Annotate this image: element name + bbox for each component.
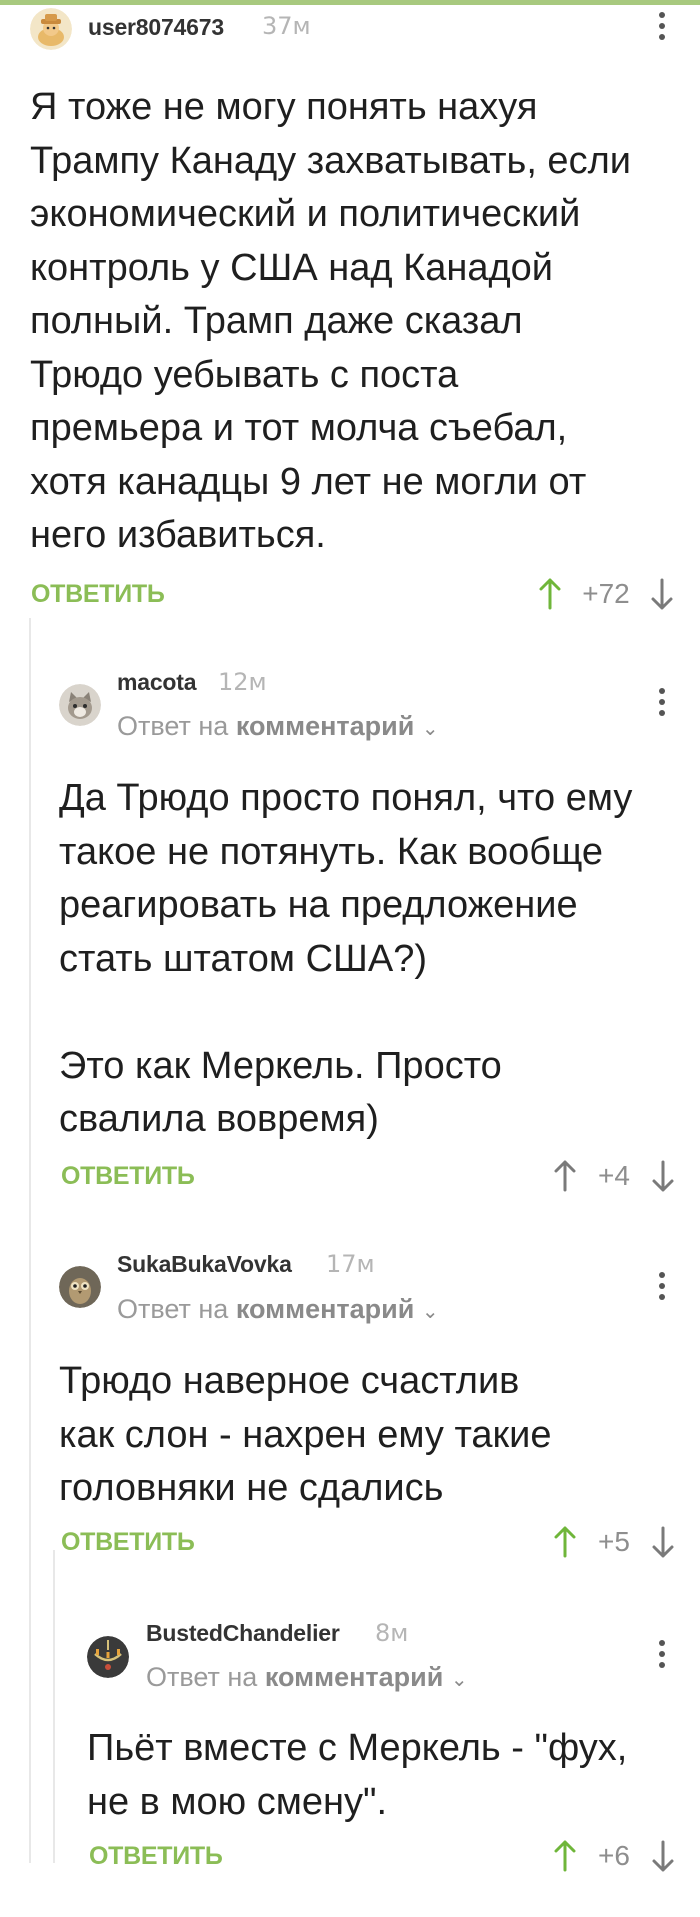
comment-body: Я тоже не могу понять нахуя Трампу Канад… [30, 86, 631, 556]
more-options-icon[interactable] [652, 1640, 672, 1676]
vote-widget: +6 [551, 1838, 686, 1878]
vote-score: +6 [598, 1840, 630, 1871]
reply-to-link[interactable]: комментарий [236, 711, 415, 741]
reply-button[interactable]: ОТВЕТИТЬ [31, 580, 165, 609]
downvote-arrow-icon[interactable] [650, 576, 674, 612]
upvote-arrow-icon[interactable] [553, 1838, 577, 1874]
upvote-arrow-icon[interactable] [538, 576, 562, 612]
person-hat-avatar-icon[interactable] [30, 8, 72, 50]
vote-widget: +5 [551, 1524, 686, 1564]
comment-body: Трюдо наверное счастлив как слон - нахре… [59, 1360, 552, 1509]
reply-to-prefix: Ответ на [117, 1294, 229, 1324]
reply-to-link[interactable]: комментарий [236, 1294, 415, 1324]
comment-username[interactable]: user8074673 [88, 14, 224, 41]
more-options-icon[interactable] [652, 12, 672, 48]
comment-time: 17м [326, 1250, 375, 1278]
downvote-arrow-icon[interactable] [651, 1524, 675, 1560]
comment-username[interactable]: BustedChandelier [146, 1620, 340, 1647]
chandelier-avatar-icon[interactable] [87, 1636, 129, 1678]
vote-score: +4 [598, 1160, 630, 1191]
chevron-down-icon[interactable]: ⌄ [451, 1669, 468, 1691]
comment-time: 8м [375, 1619, 409, 1647]
vote-widget: +72 [536, 576, 686, 616]
comment-time: 37м [262, 12, 311, 40]
cat-avatar-icon[interactable] [59, 684, 101, 726]
upvote-arrow-icon[interactable] [553, 1158, 577, 1194]
reply-to-prefix: Ответ на [117, 711, 229, 741]
chevron-down-icon[interactable]: ⌄ [422, 1301, 439, 1323]
reply-button[interactable]: ОТВЕТИТЬ [61, 1162, 195, 1191]
reply-button[interactable]: ОТВЕТИТЬ [61, 1528, 195, 1557]
vote-widget: +4 [551, 1158, 686, 1198]
more-options-icon[interactable] [652, 688, 672, 724]
reply-button[interactable]: ОТВЕТИТЬ [89, 1842, 223, 1871]
vote-score: +5 [598, 1526, 630, 1557]
downvote-arrow-icon[interactable] [651, 1158, 675, 1194]
owl-avatar-icon[interactable] [59, 1266, 101, 1308]
comment-body: Да Трюдо просто понял, что ему такое не … [59, 777, 633, 1140]
reply-to-line: Ответ на комментарий ⌄ [146, 1662, 468, 1693]
comment-body: Пьёт вместе с Меркель - "фух, не в мою с… [87, 1727, 628, 1823]
comment-username[interactable]: macota [117, 669, 197, 696]
upvote-arrow-icon[interactable] [553, 1524, 577, 1560]
thread-line-level-1[interactable] [29, 618, 31, 1863]
reply-to-line: Ответ на комментарий ⌄ [117, 711, 439, 742]
reply-to-prefix: Ответ на [146, 1662, 258, 1692]
downvote-arrow-icon[interactable] [651, 1838, 675, 1874]
vote-score: +72 [582, 578, 630, 609]
more-options-icon[interactable] [652, 1272, 672, 1308]
thread-line-level-2[interactable] [53, 1550, 55, 1863]
chevron-down-icon[interactable]: ⌄ [422, 718, 439, 740]
top-accent-bar [0, 0, 700, 5]
comment-time: 12м [218, 668, 267, 696]
reply-to-link[interactable]: комментарий [265, 1662, 444, 1692]
comment-username[interactable]: SukaBukaVovka [117, 1251, 292, 1278]
reply-to-line: Ответ на комментарий ⌄ [117, 1294, 439, 1325]
